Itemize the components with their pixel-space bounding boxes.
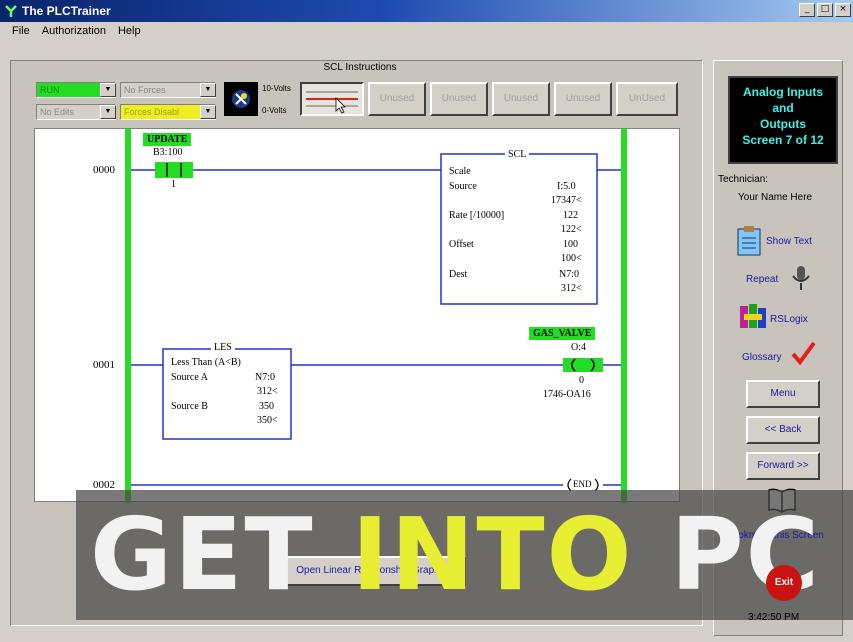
instruction-button-4[interactable]: Unused [554,82,612,116]
maximize-button[interactable]: □ [817,3,833,17]
close-button[interactable]: × [835,3,851,17]
repeat-link[interactable]: Repeat [746,274,778,285]
back-button[interactable]: << Back [746,416,820,444]
contact-bit: 1 [171,179,176,190]
microphone-icon[interactable] [790,264,812,292]
coil-tag: GAS_VALVE [529,327,596,340]
les-line-value: 350 [259,401,274,412]
menu-bar: File Authorization Help [0,22,853,42]
scl-line-live-value: 312< [561,283,582,294]
coil-bit: 0 [579,375,584,386]
scl-line-label: Offset [449,239,474,250]
forces-dropdown-arrow[interactable]: ▼ [200,83,216,97]
edits-dropdown-arrow[interactable]: ▼ [100,105,116,119]
contact-tag: UPDATE [143,133,192,146]
les-line-live-value: 312< [257,386,278,397]
end-instruction: END [573,479,592,489]
volts-top-label: 10-Volts [262,84,291,93]
scl-line-value: I:5.0 [557,181,576,192]
menu-authorization[interactable]: Authorization [36,22,112,42]
scl-line-value: 100 [563,239,578,250]
window-title: The PLCTrainer [22,4,111,18]
screen-line: Screen 7 of 12 [742,133,824,147]
technician-name: Your Name Here [738,192,813,203]
scl-line-label: Source [449,181,477,192]
rslogix-link[interactable]: RSLogix [770,314,808,325]
scl-line-label: Scale [449,166,471,177]
coil-address: O:4 [571,342,586,353]
scl-line-live-value: 122< [561,224,582,235]
panel-caption: SCL Instructions [323,62,397,73]
instruction-button-3[interactable]: Unused [492,82,550,116]
watermark-word-pc: PC [670,496,822,613]
les-line-label: Less Than (A<B) [171,357,241,368]
rung-number-0: 0000 [93,164,115,176]
forward-button[interactable]: Forward >> [746,452,820,480]
minimize-button[interactable]: _ [799,3,815,17]
les-line-label: Source A [171,372,208,383]
show-text-link[interactable]: Show Text [766,236,812,247]
menu-help[interactable]: Help [112,22,147,42]
rslogix-icon[interactable] [738,302,768,332]
les-line-live-value: 350< [257,415,278,426]
analog-meter-icon [224,82,258,116]
rung-number-1: 0001 [93,359,115,371]
les-line-value: N7:0 [255,372,275,383]
scl-line-live-value: 100< [561,253,582,264]
clipboard-icon[interactable] [736,226,762,256]
menu-file[interactable]: File [6,22,36,42]
scl-line-value: N7:0 [559,269,579,280]
scl-block-title: SCL [505,149,530,160]
app-icon [5,5,17,17]
title-bar: The PLCTrainer _ □ × [0,0,853,22]
ladder-wiring [125,129,627,503]
scl-line-label: Dest [449,269,468,280]
checkmark-icon [790,340,816,366]
screen-indicator: Analog Inputs and Outputs Screen 7 of 12 [728,76,838,164]
screen-line: Outputs [760,117,806,131]
technician-label: Technician: [718,174,769,185]
instruction-button-2[interactable]: Unused [430,82,488,116]
run-dropdown-arrow[interactable]: ▼ [100,83,116,97]
scl-line-value: 122 [563,210,578,221]
scl-instruction-button[interactable] [300,82,364,116]
coil-module: 1746-OA16 [543,389,591,400]
watermark-text: GET INTO PC [90,496,821,614]
watermark-word-into: INTO [351,496,634,613]
forces-disabled-dropdown-arrow[interactable]: ▼ [200,105,216,119]
scl-line-live-value: 17347< [551,195,582,206]
instruction-button-1[interactable]: Unused [368,82,426,116]
contact-address: B3:100 [153,147,183,158]
les-block-title: LES [211,342,235,353]
screen-line: Analog Inputs [743,85,823,99]
clock: 3:42:50 PM [748,612,800,623]
watermark-word-get: GET [90,496,315,613]
les-line-label: Source B [171,401,208,412]
ladder-diagram: 0000 0001 0002 UPDATE B3:100 1 SCL Scale… [34,128,680,503]
instruction-button-5[interactable]: UnUsed [616,82,678,116]
glossary-link[interactable]: Glossary [742,352,781,363]
screen-line: and [772,101,794,115]
exit-button[interactable]: Exit [766,565,802,601]
menu-button[interactable]: Menu [746,380,820,408]
volts-bottom-label: 0-Volts [262,106,287,115]
scl-line-label: Rate [/10000] [449,210,505,221]
